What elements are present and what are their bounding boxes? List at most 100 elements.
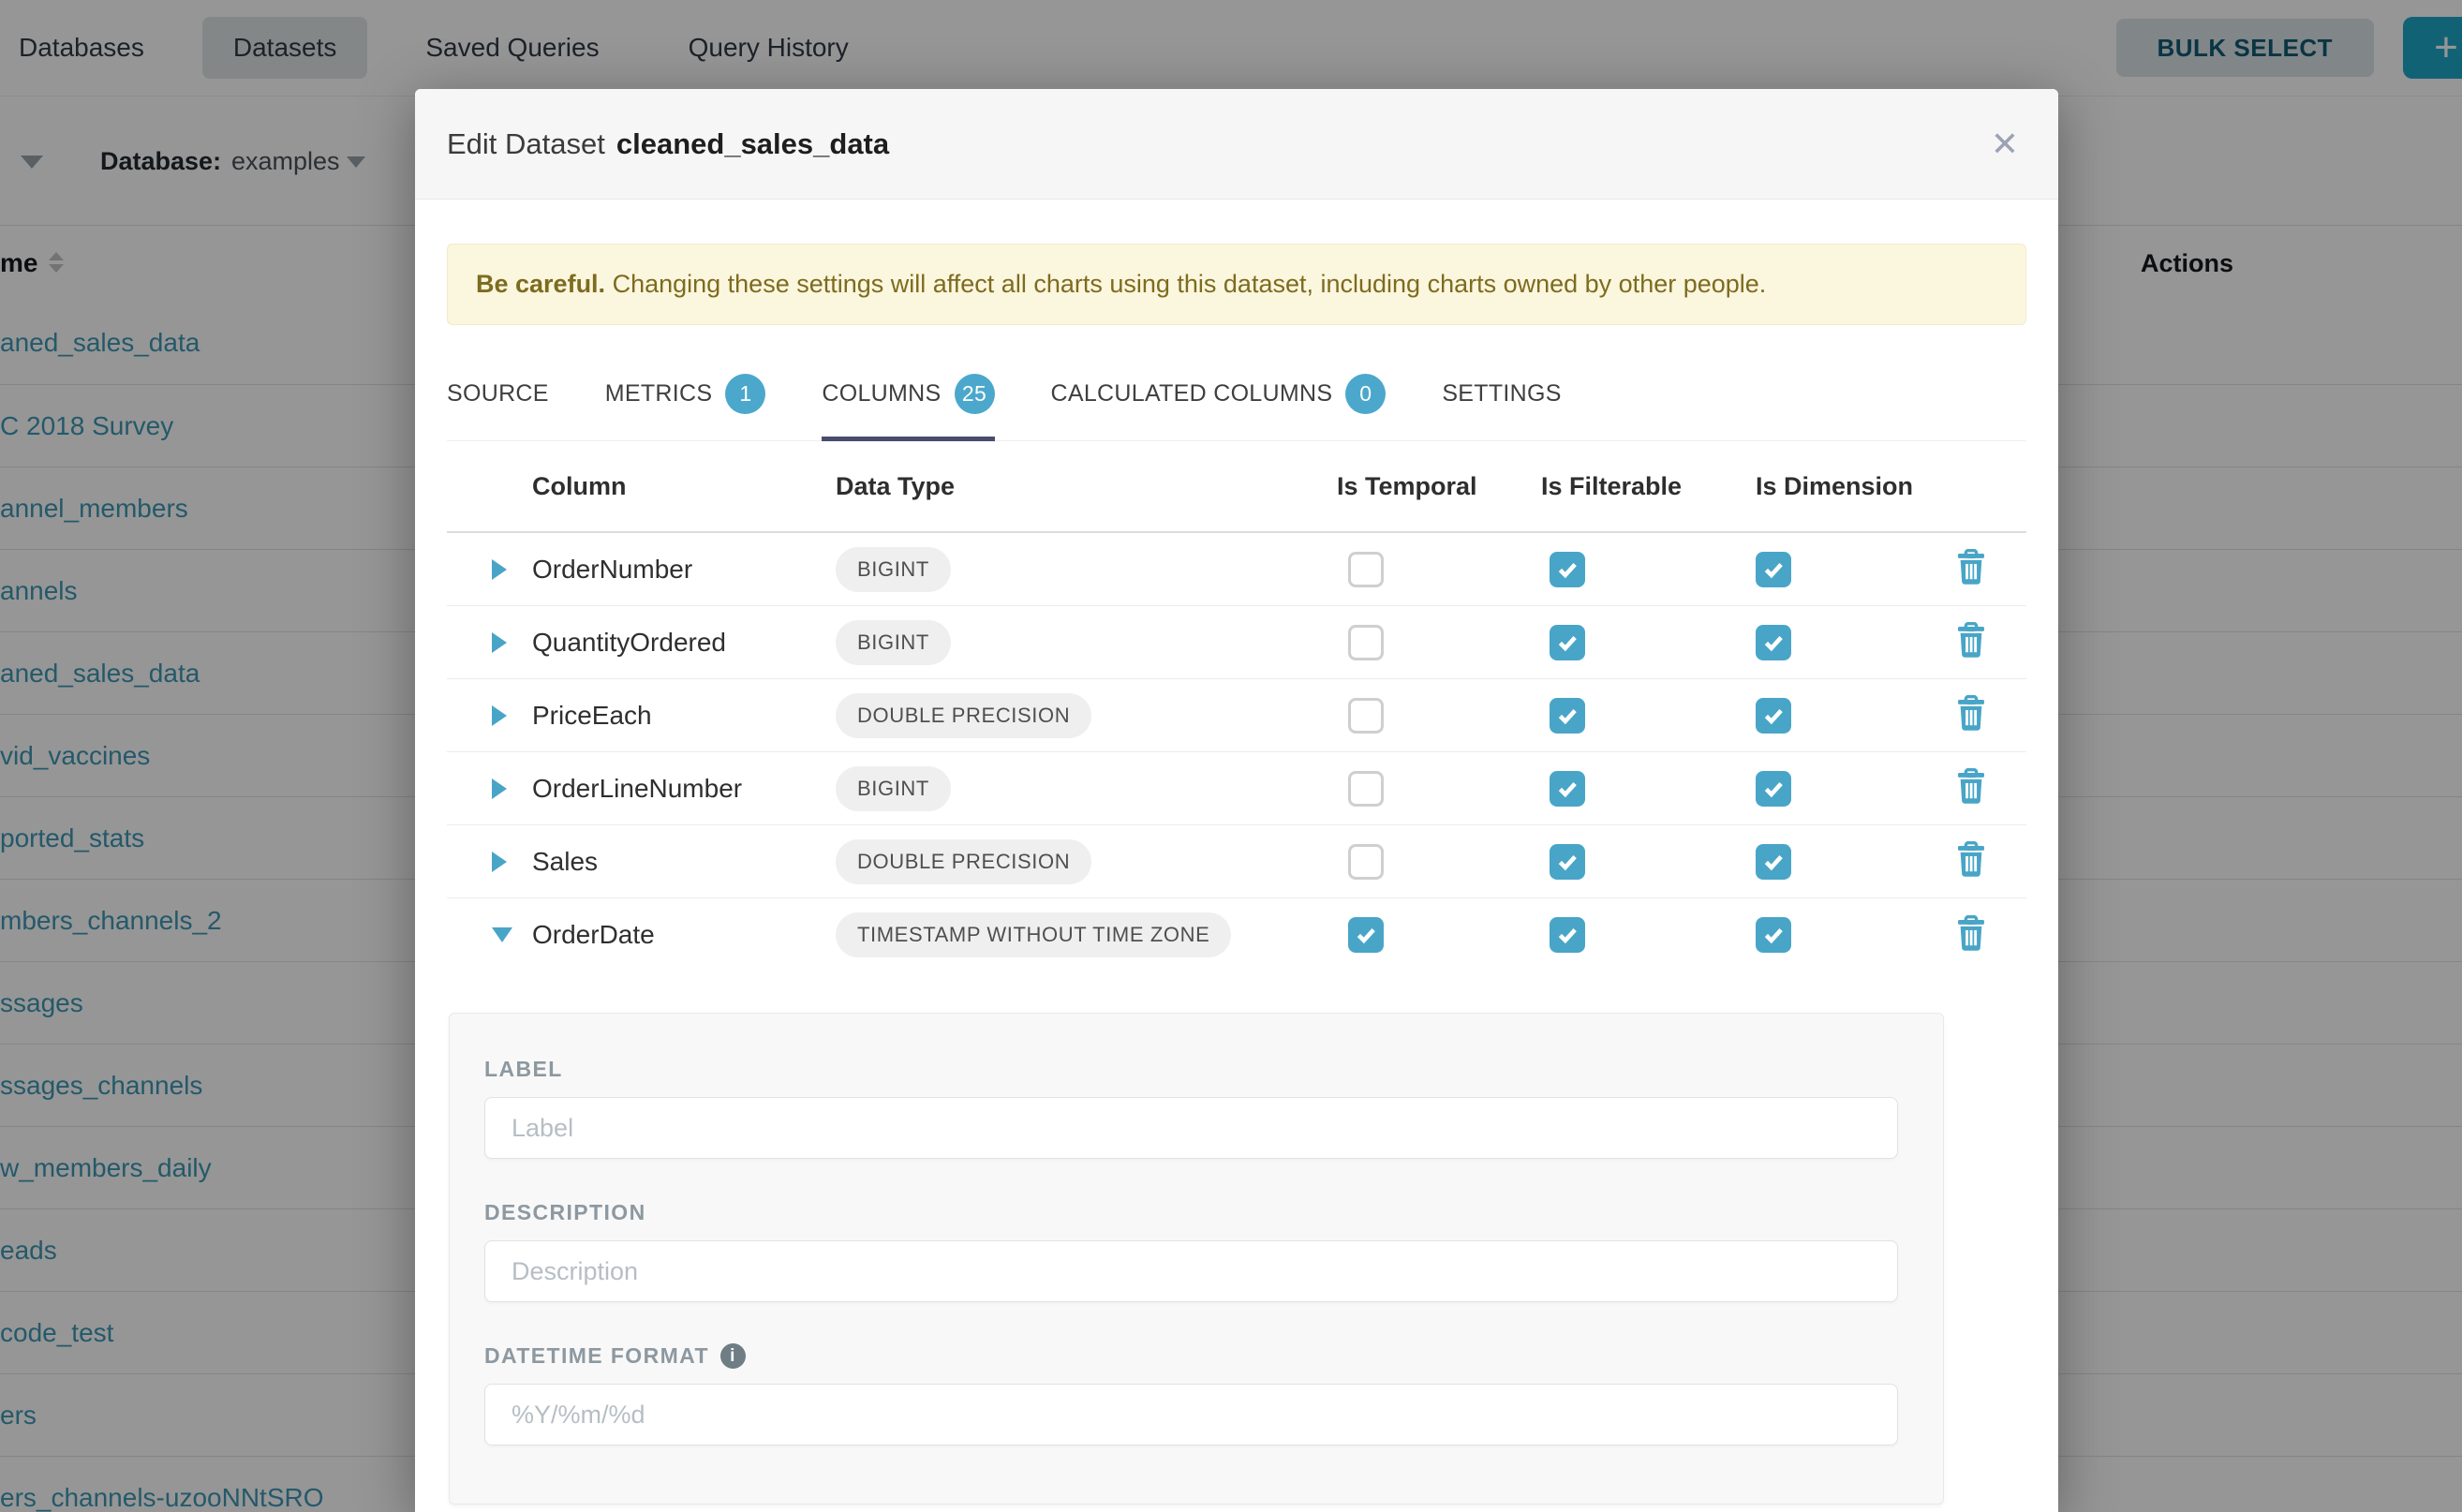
- data-type-pill: DOUBLE PRECISION: [836, 839, 1091, 884]
- is-temporal-checkbox-unchecked[interactable]: [1348, 552, 1384, 587]
- delete-cell: [1946, 841, 2026, 882]
- collapse-caret-icon[interactable]: [492, 927, 512, 942]
- tab-source[interactable]: SOURCE: [447, 374, 549, 440]
- is-temporal-checkbox-unchecked[interactable]: [1348, 771, 1384, 807]
- data-type-cell: BIGINT: [803, 620, 1327, 665]
- data-type-pill: BIGINT: [836, 547, 951, 592]
- column-name: OrderLineNumber: [531, 774, 803, 804]
- expand-caret-icon[interactable]: [492, 778, 507, 799]
- tab-count-badge: 1: [725, 374, 765, 414]
- modal-title: Edit Datasetcleaned_sales_data: [447, 127, 889, 161]
- delete-cell: [1946, 915, 2026, 956]
- column-name: OrderDate: [531, 920, 803, 950]
- is-temporal-cell: [1327, 917, 1529, 953]
- trash-icon[interactable]: [1955, 915, 1987, 956]
- column-row: OrderNumber BIGINT: [447, 533, 2026, 606]
- close-icon[interactable]: ✕: [1991, 125, 2019, 164]
- is-filterable-header: Is Filterable: [1529, 472, 1730, 501]
- trash-icon[interactable]: [1955, 768, 1987, 808]
- modal-header: Edit Datasetcleaned_sales_data ✕: [415, 89, 2058, 200]
- column-row: OrderDateTIMESTAMP WITHOUT TIME ZONE: [447, 898, 2026, 971]
- trash-icon[interactable]: [1955, 549, 1987, 589]
- is-filterable-checkbox-checked[interactable]: [1550, 625, 1585, 660]
- is-dimension-checkbox-checked[interactable]: [1756, 698, 1791, 734]
- expand-cell: [447, 778, 531, 799]
- data-type-pill: DOUBLE PRECISION: [836, 693, 1091, 738]
- is-dimension-cell: [1730, 844, 1946, 880]
- is-temporal-checkbox-checked[interactable]: [1348, 917, 1384, 953]
- is-temporal-header: Is Temporal: [1327, 472, 1529, 501]
- tab-calculated-columns[interactable]: CALCULATED COLUMNS0: [1051, 374, 1387, 440]
- info-icon[interactable]: i: [720, 1343, 746, 1369]
- datetime-format-field: DATETIME FORMAT i: [484, 1343, 1896, 1445]
- column-name: QuantityOrdered: [531, 628, 803, 658]
- is-filterable-checkbox-checked[interactable]: [1550, 844, 1585, 880]
- is-temporal-cell: [1327, 625, 1529, 660]
- tab-metrics[interactable]: METRICS1: [605, 374, 766, 440]
- data-type-pill: BIGINT: [836, 620, 951, 665]
- label-input[interactable]: [484, 1097, 1898, 1159]
- is-filterable-cell: [1529, 552, 1730, 587]
- label-field-label: LABEL: [484, 1057, 1896, 1082]
- is-dimension-checkbox-checked[interactable]: [1756, 771, 1791, 807]
- is-dimension-checkbox-checked[interactable]: [1756, 625, 1791, 660]
- expand-caret-icon[interactable]: [492, 852, 507, 872]
- is-filterable-checkbox-checked[interactable]: [1550, 917, 1585, 953]
- data-type-cell: TIMESTAMP WITHOUT TIME ZONE: [803, 912, 1327, 957]
- modal-tabs: SOURCE METRICS1 COLUMNS 25 CALCULATED COLUMN…: [447, 374, 2026, 441]
- modal-title-prefix: Edit Dataset: [447, 127, 605, 160]
- tab-label: SOURCE: [447, 380, 549, 408]
- delete-cell: [1946, 768, 2026, 808]
- tab-label: COLUMNS: [822, 380, 941, 408]
- expand-caret-icon[interactable]: [492, 632, 507, 653]
- is-dimension-checkbox-checked[interactable]: [1756, 844, 1791, 880]
- is-dimension-checkbox-checked[interactable]: [1756, 917, 1791, 953]
- column-name: OrderNumber: [531, 555, 803, 585]
- trash-icon[interactable]: [1955, 622, 1987, 662]
- column-row: QuantityOrdered BIGINT: [447, 606, 2026, 679]
- column-row: OrderLineNumberBIGINT: [447, 752, 2026, 825]
- tab-columns[interactable]: COLUMNS 25: [822, 374, 994, 440]
- column-row: PriceEachDOUBLE PRECISION: [447, 679, 2026, 752]
- data-type-cell: BIGINT: [803, 766, 1327, 811]
- is-temporal-checkbox-unchecked[interactable]: [1348, 625, 1384, 660]
- expand-cell: [447, 559, 531, 580]
- description-field: DESCRIPTION: [484, 1200, 1896, 1302]
- is-filterable-checkbox-checked[interactable]: [1550, 698, 1585, 734]
- data-type-cell: BIGINT: [803, 547, 1327, 592]
- datetime-format-input[interactable]: [484, 1384, 1898, 1445]
- is-dimension-cell: [1730, 771, 1946, 807]
- is-dimension-checkbox-checked[interactable]: [1756, 552, 1791, 587]
- trash-icon[interactable]: [1955, 841, 1987, 882]
- is-dimension-cell: [1730, 698, 1946, 734]
- expand-cell: [447, 927, 531, 942]
- data-type-cell: DOUBLE PRECISION: [803, 693, 1327, 738]
- is-temporal-cell: [1327, 552, 1529, 587]
- is-filterable-checkbox-checked[interactable]: [1550, 552, 1585, 587]
- is-temporal-checkbox-unchecked[interactable]: [1348, 844, 1384, 880]
- edit-dataset-modal: Edit Datasetcleaned_sales_data ✕ Be care…: [415, 89, 2058, 1512]
- tab-count-badge: 25: [955, 374, 995, 414]
- delete-cell: [1946, 695, 2026, 735]
- data-type-header: Data Type: [803, 472, 1327, 501]
- tab-settings[interactable]: SETTINGS: [1442, 374, 1561, 440]
- is-filterable-cell: [1529, 844, 1730, 880]
- delete-cell: [1946, 549, 2026, 589]
- is-dimension-header: Is Dimension: [1730, 472, 1946, 501]
- columns-table-body: OrderNumber BIGINT QuantityOrdered BIGINT Pr…: [447, 533, 2026, 971]
- columns-table-header: Column Data Type Is Temporal Is Filterab…: [447, 441, 2026, 533]
- expand-cell: [447, 705, 531, 726]
- expand-caret-icon[interactable]: [492, 705, 507, 726]
- expand-cell: [447, 852, 531, 872]
- is-filterable-checkbox-checked[interactable]: [1550, 771, 1585, 807]
- expand-cell: [447, 632, 531, 653]
- trash-icon[interactable]: [1955, 695, 1987, 735]
- tab-count-badge: 0: [1345, 374, 1386, 414]
- data-type-cell: DOUBLE PRECISION: [803, 839, 1327, 884]
- is-filterable-cell: [1529, 625, 1730, 660]
- is-dimension-cell: [1730, 552, 1946, 587]
- label-field: LABEL: [484, 1057, 1896, 1159]
- expand-caret-icon[interactable]: [492, 559, 507, 580]
- description-input[interactable]: [484, 1240, 1898, 1302]
- is-temporal-checkbox-unchecked[interactable]: [1348, 698, 1384, 734]
